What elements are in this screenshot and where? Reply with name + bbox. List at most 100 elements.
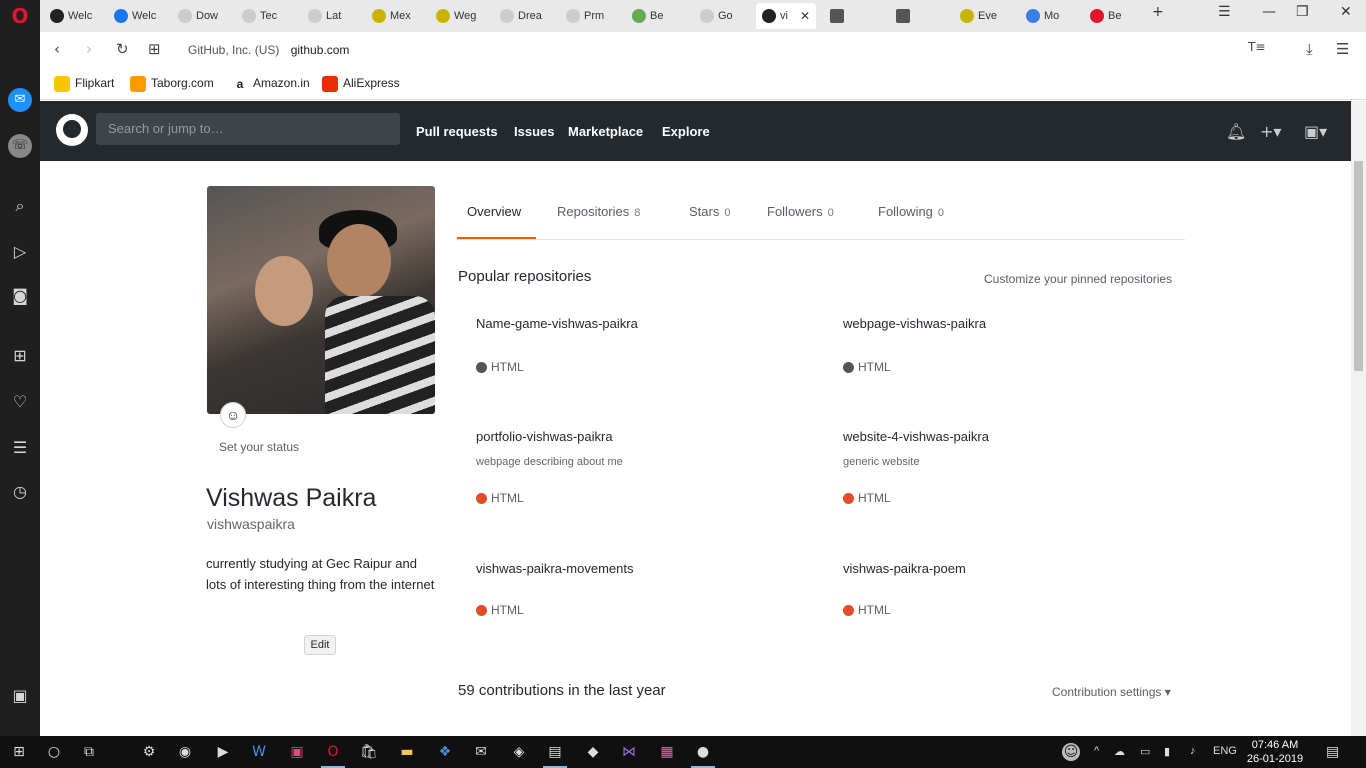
repo-name-link[interactable]: portfolio-vishwas-paikra <box>476 429 806 444</box>
browser-tab[interactable]: Lat <box>302 3 364 29</box>
battery-icon[interactable]: ▮ <box>1164 745 1170 758</box>
settings-gear-icon[interactable]: ⚙ <box>140 743 158 761</box>
repo-name-link[interactable]: webpage-vishwas-paikra <box>843 316 1173 331</box>
smiley-status-icon[interactable]: ☺ <box>220 402 246 428</box>
repo-name-link[interactable]: vishwas-paikra-movements <box>476 561 806 576</box>
customize-pinned-link[interactable]: Customize your pinned repositories <box>984 272 1172 286</box>
close-window-icon[interactable]: ✕ <box>1340 4 1352 20</box>
edit-profile-button[interactable]: Edit <box>304 635 336 655</box>
chrome-icon[interactable]: ◉ <box>176 743 194 761</box>
browser-tab[interactable]: Tec <box>236 3 298 29</box>
browser-tab[interactable]: Mo <box>1020 3 1082 29</box>
photos-icon[interactable]: ▣ <box>288 743 306 761</box>
create-new-icon[interactable]: +▾ <box>1260 122 1281 141</box>
app-icon[interactable]: ◈ <box>510 743 528 761</box>
new-tab-button[interactable]: + <box>1152 4 1164 20</box>
onedrive-icon[interactable]: ☁ <box>1114 745 1125 758</box>
scrollbar-thumb[interactable] <box>1354 161 1363 371</box>
store-icon[interactable]: 🛍︎ <box>360 743 378 761</box>
close-tab-icon[interactable]: ✕ <box>800 3 810 29</box>
menu-icon[interactable]: ☰ <box>1336 40 1349 58</box>
avatar-tray-icon[interactable]: ☺ <box>1062 743 1080 761</box>
windows-start-icon[interactable]: ⊞ <box>10 743 28 761</box>
tab-following[interactable]: Following 0 <box>878 204 944 219</box>
bookmark-amazon[interactable]: a Amazon.in <box>232 76 310 92</box>
history-icon[interactable]: ◷ <box>8 480 32 504</box>
whatsapp-icon[interactable]: ☏ <box>8 134 32 158</box>
visual-studio-icon[interactable]: ⋈ <box>620 743 638 761</box>
browser-tab[interactable]: Drea <box>494 3 556 29</box>
nav-pull-requests[interactable]: Pull requests <box>416 124 498 139</box>
cortana-icon[interactable]: ○ <box>45 743 63 761</box>
browser-tab[interactable]: Mex <box>366 3 428 29</box>
speed-dial-icon[interactable]: ⊞ <box>8 344 32 368</box>
browser-tab[interactable]: Go <box>694 3 756 29</box>
browser-tab[interactable]: Prm <box>560 3 622 29</box>
word-icon[interactable]: W <box>250 743 268 761</box>
set-status-label[interactable]: Set your status <box>219 440 299 454</box>
github-desktop-icon[interactable]: ● <box>691 743 715 768</box>
task-view-icon[interactable]: ⧉ <box>80 743 98 761</box>
minimize-icon[interactable]: — <box>1262 4 1276 20</box>
browser-tab[interactable]: Eve <box>954 3 1016 29</box>
tab-overview[interactable]: Overview <box>467 204 521 219</box>
language-indicator[interactable]: ENG <box>1213 745 1237 757</box>
url-field[interactable]: GitHub, Inc. (US) github.com <box>188 43 349 57</box>
news-icon[interactable]: ☰ <box>8 436 32 460</box>
mail-icon[interactable]: ✉ <box>472 743 490 761</box>
search-input[interactable]: Search or jump to… <box>96 113 400 145</box>
translate-icon[interactable]: T≡ <box>1248 40 1265 54</box>
browser-tab[interactable]: Welc <box>44 3 106 29</box>
network-icon[interactable]: ▭ <box>1140 745 1150 758</box>
send-icon[interactable]: ▷ <box>8 240 32 264</box>
media-player-icon[interactable]: ▶ <box>214 743 232 761</box>
browser-tab[interactable] <box>824 3 886 29</box>
nav-explore[interactable]: Explore <box>662 124 710 139</box>
tab-menu-icon[interactable]: ☰ <box>1218 4 1231 20</box>
messenger-icon[interactable]: ✉ <box>8 88 32 112</box>
browser-tab[interactable]: Be <box>626 3 688 29</box>
file-explorer-icon[interactable]: ▬ <box>398 743 416 761</box>
browser-tab[interactable]: Be <box>1084 3 1146 29</box>
tray-chevron-icon[interactable]: ^ <box>1094 745 1099 757</box>
browser-tab-active[interactable]: vi ✕ <box>756 3 816 29</box>
dropbox-icon[interactable]: ❖ <box>436 743 454 761</box>
tab-repositories[interactable]: Repositories 8 <box>557 204 640 219</box>
browser-tab[interactable] <box>890 3 952 29</box>
browser-tab[interactable]: Welc <box>108 3 170 29</box>
bookmark-aliexpress[interactable]: AliExpress <box>322 76 400 92</box>
repo-name-link[interactable]: vishwas-paikra-poem <box>843 561 1173 576</box>
contribution-settings-dropdown[interactable]: Contribution settings ▾ <box>1052 685 1171 699</box>
snapshot-icon[interactable]: ◙ <box>8 284 32 308</box>
opera-menu-icon[interactable]: O <box>8 4 32 28</box>
page-scrollbar[interactable] <box>1351 101 1366 736</box>
bookmark-taborg[interactable]: Taborg.com <box>130 76 214 92</box>
sidebar-toggle-icon[interactable]: ▣ <box>8 684 32 708</box>
system-clock[interactable]: 07:46 AM 26-01-2019 <box>1245 738 1305 766</box>
app2-icon[interactable]: ◆ <box>584 743 602 761</box>
heart-icon[interactable]: ♡ <box>8 390 32 414</box>
forward-icon[interactable]: › <box>86 40 92 58</box>
user-avatar-menu-icon[interactable]: ▣▾ <box>1304 122 1327 141</box>
browser-tab[interactable]: Weg <box>430 3 492 29</box>
reload-icon[interactable]: ↻ <box>116 40 129 58</box>
notifications-bell-icon[interactable]: 🔔︎ <box>1226 122 1246 141</box>
tab-followers[interactable]: Followers 0 <box>767 204 834 219</box>
speed-dial-button-icon[interactable]: ⊞ <box>148 40 161 58</box>
search-icon[interactable]: ⌕ <box>8 194 32 218</box>
download-icon[interactable]: ⤓ <box>1306 40 1313 58</box>
github-logo-icon[interactable] <box>56 114 88 146</box>
nav-marketplace[interactable]: Marketplace <box>568 124 643 139</box>
repo-name-link[interactable]: Name-game-vishwas-paikra <box>476 316 806 331</box>
nav-issues[interactable]: Issues <box>514 124 554 139</box>
paint-icon[interactable]: ▦ <box>658 743 676 761</box>
restore-icon[interactable]: ❐ <box>1296 4 1309 20</box>
browser-tab[interactable]: Dow <box>172 3 234 29</box>
action-center-icon[interactable]: ▤ <box>1326 743 1339 760</box>
tab-stars[interactable]: Stars 0 <box>689 204 730 219</box>
volume-icon[interactable]: ♪ <box>1190 745 1196 757</box>
repo-name-link[interactable]: website-4-vishwas-paikra <box>843 429 1173 444</box>
opera-taskbar-icon[interactable]: O <box>321 743 345 768</box>
notes-icon[interactable]: ▤ <box>543 743 567 768</box>
bookmark-flipkart[interactable]: Flipkart <box>54 76 114 92</box>
